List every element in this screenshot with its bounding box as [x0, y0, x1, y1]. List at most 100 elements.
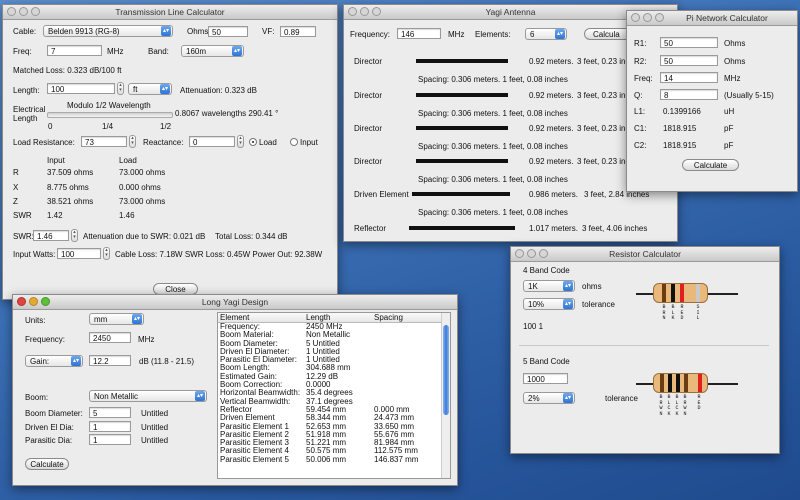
load-resistance-stepper[interactable]: ▴ ▾ [129, 135, 136, 148]
r1-field[interactable]: 50 [660, 37, 718, 48]
window-title: Resistor Calculator [609, 249, 681, 259]
select-arrows-icon: ▴▾ [232, 46, 242, 56]
title-bar[interactable]: Long Yagi Design [13, 295, 457, 310]
freq-label: Freq: [13, 47, 32, 56]
q-field[interactable]: 8 [660, 89, 718, 100]
row-input: 37.509 ohms [47, 168, 94, 177]
input-radio[interactable] [290, 138, 298, 146]
title-bar[interactable]: Resistor Calculator [511, 247, 779, 262]
minimize-light-icon[interactable] [643, 13, 652, 22]
cable-select[interactable]: Belden 9913 (RG-8) ▴▾ [43, 25, 173, 37]
boom-diameter-field[interactable]: 5 [89, 407, 131, 418]
elements-select[interactable]: 6 ▴▾ [525, 28, 567, 40]
resistor-calculator-window: Resistor Calculator 4 Band Code 1K ▴▾ ohm… [510, 246, 780, 454]
row-label: X [13, 183, 19, 192]
wavelength-slider[interactable] [47, 112, 173, 118]
results-table[interactable]: Element Length Spacing Frequency: 2450 MH… [217, 312, 451, 479]
q-unit: (Usually 5-15) [724, 91, 774, 100]
close-icon[interactable] [17, 297, 26, 306]
calculate-button[interactable]: Calculate [682, 159, 739, 171]
input-radio-label: Input [300, 138, 318, 147]
pi-network-window: Pi Network Calculator R1: 50 Ohms R2: 50… [626, 10, 798, 192]
close-light-icon[interactable] [631, 13, 640, 22]
calculate-button[interactable]: Calculate [25, 458, 69, 470]
input-watts-field[interactable]: 100 [57, 248, 101, 259]
reactance-stepper[interactable]: ▴ ▾ [237, 135, 244, 148]
r2-label: R2: [634, 57, 647, 66]
swr-field[interactable]: 1.46 [33, 230, 69, 241]
four-band-value-select[interactable]: 1K ▴▾ [523, 280, 575, 292]
minimize-light-icon[interactable] [527, 249, 536, 258]
zoom-light-icon[interactable] [655, 13, 664, 22]
load-resistance-field[interactable]: 73 [81, 136, 127, 147]
length-label: Length: [13, 86, 40, 95]
row-label: R [13, 168, 19, 177]
gain-select[interactable]: Gain: ▴▾ [25, 355, 83, 367]
tolerance-label: tolerance [605, 394, 638, 403]
close-light-icon[interactable] [7, 7, 16, 16]
gain-field[interactable]: 12.2 [89, 355, 131, 366]
five-band-tolerance-select[interactable]: 2% ▴▾ [523, 392, 575, 404]
frequency-field[interactable]: 146 [397, 28, 441, 39]
freq-field[interactable]: 14 [660, 72, 718, 83]
minimize-light-icon[interactable] [19, 7, 28, 16]
minimize-icon[interactable] [29, 297, 38, 306]
spacing-column-header[interactable]: Spacing [374, 313, 403, 322]
element-bar [416, 159, 508, 163]
element-column-header[interactable]: Element [220, 313, 249, 322]
five-band-value-field[interactable]: 1000 [523, 373, 568, 384]
units-select[interactable]: mm ▴▾ [89, 313, 144, 325]
zoom-icon[interactable] [41, 297, 50, 306]
modulo-label: Modulo 1/2 Wavelength [67, 101, 151, 110]
zoom-light-icon[interactable] [372, 7, 381, 16]
close-light-icon[interactable] [348, 7, 357, 16]
resistor-band [671, 284, 675, 302]
input-watts-stepper[interactable]: ▴ ▾ [103, 247, 110, 260]
close-light-icon[interactable] [515, 249, 524, 258]
boom-select[interactable]: Non Metallic ▴▾ [89, 390, 207, 402]
frequency-field[interactable]: 2450 [89, 332, 131, 343]
scrollbar-thumb[interactable] [443, 325, 449, 415]
frequency-unit: MHz [448, 30, 465, 39]
swr-stepper[interactable]: ▴ ▾ [71, 229, 78, 242]
zoom-light-icon[interactable] [539, 249, 548, 258]
driven-dia-field[interactable]: 1 [89, 421, 131, 432]
band-name: RED [680, 304, 684, 321]
c2-unit: pF [724, 141, 734, 150]
zoom-light-icon[interactable] [31, 7, 40, 16]
input-watts-label: Input Watts: [13, 250, 56, 259]
length-stepper[interactable]: ▴ ▾ [117, 82, 124, 95]
element-name: Director [354, 91, 383, 100]
r2-field[interactable]: 50 [660, 55, 718, 66]
reactance-field[interactable]: 0 [189, 136, 235, 147]
vf-field[interactable]: 0.89 [280, 26, 316, 37]
five-band-label: 5 Band Code [523, 357, 570, 366]
ohms-field[interactable]: 50 [208, 26, 248, 37]
title-bar[interactable]: Transmission Line Calculator [3, 5, 337, 20]
load-radio[interactable] [249, 138, 257, 146]
tick-half: 1/2 [160, 122, 172, 131]
table-cell: Parasitic Element 5 [220, 454, 289, 464]
length-unit-select[interactable]: ft ▴▾ [128, 83, 172, 95]
length-field[interactable]: 100 [47, 83, 115, 94]
title-bar[interactable]: Pi Network Calculator [627, 11, 797, 26]
element-spacing: Spacing: 0.306 meters. 1 feet, 0.08 inch… [418, 142, 568, 151]
power-summary: Cable Loss: 7.18W SWR Loss: 0.45W Power … [115, 250, 323, 259]
select-arrows-icon: ▴▾ [563, 393, 573, 403]
band-select[interactable]: 160m ▴▾ [181, 45, 244, 57]
window-title: Yagi Antenna [485, 7, 536, 17]
band-name: BLCK [675, 394, 679, 417]
element-bar [409, 226, 515, 230]
table-scrollbar[interactable] [441, 313, 450, 478]
frequency-label: Frequency: [25, 335, 66, 344]
minimize-light-icon[interactable] [360, 7, 369, 16]
load-column-header: Load [119, 156, 137, 165]
length-column-header[interactable]: Length [306, 313, 330, 322]
c2-value: 1818.915 [663, 141, 697, 150]
frequency-label: Frequency: [350, 30, 391, 39]
band-label: Band: [148, 47, 169, 56]
freq-field[interactable]: 7 [47, 45, 102, 56]
parasitic-dia-field[interactable]: 1 [89, 434, 131, 445]
four-band-tolerance-select[interactable]: 10% ▴▾ [523, 298, 575, 310]
element-bar [416, 126, 508, 130]
